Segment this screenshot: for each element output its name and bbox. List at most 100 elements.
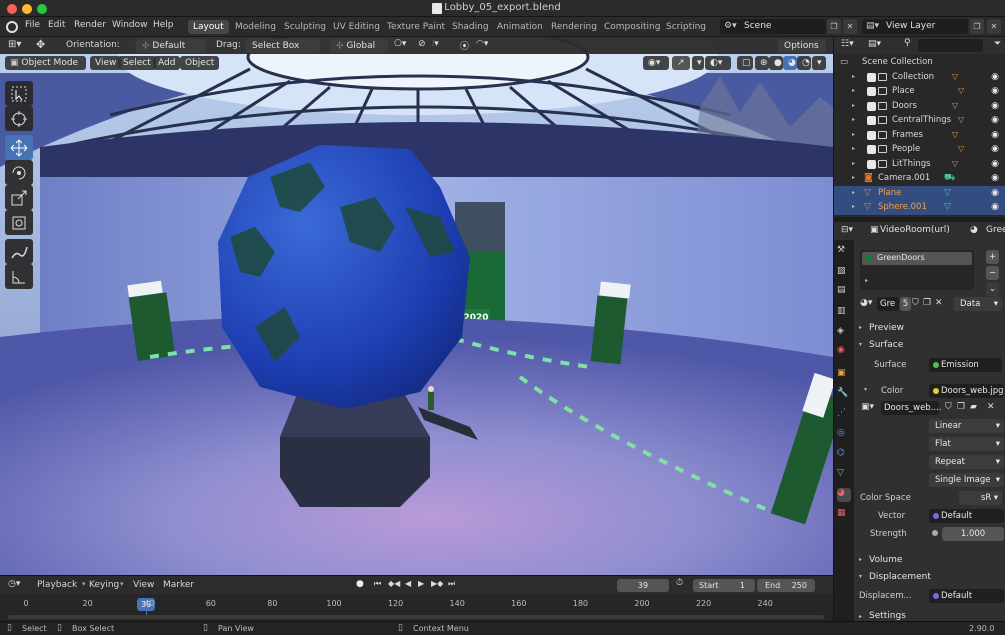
exclude-checkbox[interactable]	[867, 130, 876, 140]
rotate-tool[interactable]	[5, 160, 33, 185]
tab-compositing[interactable]: Compositing	[599, 20, 665, 34]
exclude-checkbox[interactable]	[867, 87, 876, 96]
menu-object[interactable]: Object	[180, 56, 220, 70]
displacement-input-field[interactable]: Default	[929, 589, 1004, 603]
output-tab-icon[interactable]: ▤	[837, 285, 851, 299]
image-name-field[interactable]: Doors_web....	[881, 401, 942, 415]
texture-tab-icon[interactable]: ▦	[837, 508, 851, 522]
camera-data-icon[interactable]: ⛟	[944, 171, 955, 186]
record-icon[interactable]: ●	[356, 579, 364, 589]
tab-texture-paint[interactable]: Texture Paint	[382, 20, 450, 34]
menu-render[interactable]: Render	[74, 20, 106, 30]
modifier-tab-icon[interactable]: 🔧	[837, 388, 851, 402]
outliner-row[interactable]: ▸ ▽ People ◉	[834, 142, 1005, 157]
scene-selector[interactable]: ⚙▾ Scene	[720, 19, 826, 34]
snap-icon[interactable]: ⊘	[418, 39, 426, 49]
wireframe-shading-icon[interactable]: ⊕	[755, 56, 769, 70]
outliner-search-input[interactable]	[918, 39, 983, 52]
editor-type-icon[interactable]: ⊞▾	[8, 39, 21, 50]
expand-arrow-icon[interactable]: ▸	[852, 128, 855, 143]
visibility-eye-icon[interactable]: ◉	[991, 171, 999, 186]
material-name-field[interactable]: Gre	[877, 297, 899, 311]
view-layer-selector[interactable]: ▤▾ View Layer	[862, 19, 968, 34]
visibility-eye-icon[interactable]: ◉	[991, 157, 999, 172]
gizmo-dropdown-icon[interactable]: ▾	[692, 56, 704, 70]
menu-add[interactable]: Add	[153, 56, 181, 70]
physics-tab-icon[interactable]: ◎	[837, 428, 851, 442]
mesh-data-icon[interactable]: ▽	[944, 200, 951, 215]
visibility-eye-icon[interactable]: ◉	[991, 200, 999, 215]
mesh-data-icon[interactable]: ▽	[952, 99, 958, 114]
mesh-data-icon[interactable]: ▽	[958, 142, 964, 157]
panel-surface[interactable]: ▾ Surface	[854, 337, 1005, 353]
mesh-data-icon[interactable]: ▽	[958, 113, 964, 128]
outliner-row[interactable]: ▸ ▽ ▽ Plane ◉	[834, 185, 1005, 201]
exclude-checkbox[interactable]	[867, 145, 876, 154]
image-unlink-icon[interactable]: ✕	[987, 402, 995, 412]
tab-modeling[interactable]: Modeling	[230, 20, 281, 34]
color-input-field[interactable]: Doors_web.jpg	[929, 384, 1004, 398]
projection-dropdown[interactable]: Flat ▾	[929, 437, 1004, 451]
menu-view[interactable]: View	[90, 56, 122, 70]
new-scene-button[interactable]: ❐	[827, 19, 841, 34]
expand-arrow-icon[interactable]: ▸	[852, 99, 855, 114]
tab-uv-editing[interactable]: UV Editing	[328, 20, 385, 34]
pivot-icon[interactable]: ⎔▾	[394, 39, 406, 49]
add-slot-button[interactable]: +	[986, 250, 999, 264]
tool-tab-icon[interactable]: ⚒	[837, 245, 851, 259]
expand-arrow-icon[interactable]: ▸	[852, 157, 855, 172]
delete-view-layer-button[interactable]: ✕	[987, 19, 1001, 34]
visibility-eye-icon[interactable]: ◉	[991, 113, 999, 128]
gizmo-toggle-icon[interactable]: ↗	[672, 56, 690, 70]
transform-orientation-dropdown[interactable]: ⊹ Global	[330, 39, 388, 53]
data-tab-icon[interactable]: ▽	[837, 468, 851, 482]
outliner-row[interactable]: ▸ ▽ ▽ Sphere.001 ◉	[834, 200, 1005, 215]
menu-file[interactable]: File	[25, 20, 40, 30]
outliner-editor-type-icon[interactable]: ☷▾	[841, 39, 854, 49]
scene-tab-icon[interactable]: ◈	[837, 326, 851, 340]
outliner[interactable]: ☷▾ ▤▾ ⚲ ⏷ ▭ Scene Collection ▸ ▽ Collectio…	[833, 37, 1005, 217]
panel-settings[interactable]: ▸ Settings	[854, 610, 1005, 621]
prev-keyframe-icon[interactable]: ◆◀	[388, 579, 400, 588]
outliner-row[interactable]: ▸ ▽ Place ◉	[834, 84, 1005, 99]
blender-logo-icon[interactable]	[6, 21, 18, 33]
outliner-row[interactable]: ▸ ▽ Frames ◉	[834, 128, 1005, 143]
jump-end-icon[interactable]: ⏭	[448, 579, 455, 589]
exclude-checkbox[interactable]	[867, 159, 876, 169]
source-dropdown[interactable]: Single Image ▾	[929, 473, 1004, 487]
move-tool[interactable]	[5, 135, 33, 160]
exclude-checkbox[interactable]	[867, 116, 876, 125]
panel-volume[interactable]: ▸ Volume	[854, 552, 1005, 568]
timeline-editor-type-icon[interactable]: ◷▾	[8, 579, 20, 589]
material-preview-icon[interactable]: ◕	[783, 56, 797, 70]
expand-arrow-icon[interactable]: ▸	[852, 113, 855, 128]
menu-keying[interactable]: Keying	[89, 580, 119, 590]
proportional-editing-icon[interactable]: ⦿	[460, 39, 469, 52]
overlays-icon[interactable]: ◐▾	[705, 56, 731, 70]
move-tool-icon[interactable]: ✥	[36, 38, 45, 51]
material-tab-icon[interactable]: ◕	[837, 488, 851, 502]
image-browse-icon[interactable]: ▣▾	[861, 402, 874, 412]
solid-shading-icon[interactable]: ●	[769, 56, 783, 70]
tab-scripting[interactable]: Scripting	[661, 20, 711, 34]
color-collapse-icon[interactable]: ▾	[864, 386, 867, 393]
mesh-data-icon[interactable]: ▽	[952, 157, 958, 172]
expand-arrow-icon[interactable]: ▸	[852, 186, 855, 201]
view-layer-tab-icon[interactable]: ▥	[837, 306, 851, 320]
material-slot-item[interactable]: GreenDoors	[862, 252, 972, 265]
mesh-data-icon[interactable]: ▽	[944, 186, 951, 201]
duplicate-material-icon[interactable]: ❐	[923, 298, 931, 308]
world-tab-icon[interactable]: ◉	[837, 345, 851, 359]
delete-scene-button[interactable]: ✕	[843, 19, 857, 34]
image-open-folder-icon[interactable]: ▰	[970, 402, 977, 412]
outliner-row[interactable]: ▸ ▽ CentralThings ◉	[834, 113, 1005, 128]
menu-marker[interactable]: Marker	[163, 580, 194, 590]
expand-arrow-icon[interactable]: ▸	[852, 70, 855, 85]
menu-window[interactable]: Window	[112, 20, 148, 30]
tab-rendering[interactable]: Rendering	[546, 20, 602, 34]
menu-edit[interactable]: Edit	[48, 20, 65, 30]
slot-expand-icon[interactable]: ▸	[865, 277, 868, 284]
tab-layout[interactable]: Layout	[188, 20, 229, 34]
expand-arrow-icon[interactable]: ▸	[852, 171, 855, 186]
cursor-tool[interactable]	[5, 106, 33, 131]
